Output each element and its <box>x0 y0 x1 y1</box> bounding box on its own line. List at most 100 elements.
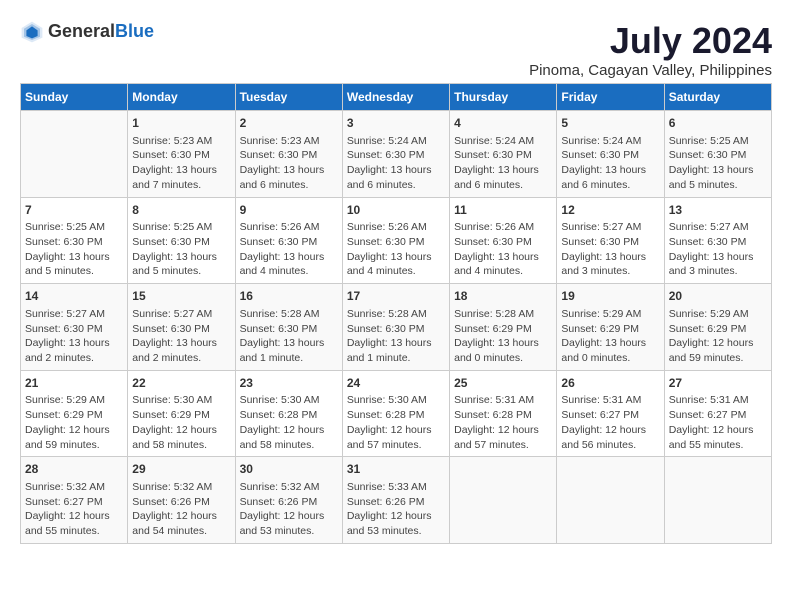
day-info: Daylight: 12 hours <box>669 336 767 351</box>
day-info: Sunset: 6:29 PM <box>25 408 123 423</box>
day-info: Daylight: 12 hours <box>240 509 338 524</box>
day-info: Sunset: 6:29 PM <box>669 322 767 337</box>
calendar-cell: 3Sunrise: 5:24 AMSunset: 6:30 PMDaylight… <box>342 111 449 198</box>
day-info: Sunrise: 5:26 AM <box>240 220 338 235</box>
day-info: and 53 minutes. <box>240 524 338 539</box>
calendar-cell <box>664 457 771 544</box>
day-number: 23 <box>240 375 338 392</box>
day-info: Sunset: 6:26 PM <box>347 495 445 510</box>
day-info: Daylight: 12 hours <box>25 509 123 524</box>
day-info: and 55 minutes. <box>25 524 123 539</box>
day-info: Sunrise: 5:27 AM <box>25 307 123 322</box>
page-header: GeneralBlue July 2024 Pinoma, Cagayan Va… <box>20 20 772 79</box>
day-info: and 0 minutes. <box>561 351 659 366</box>
day-info: Sunset: 6:30 PM <box>669 148 767 163</box>
calendar-cell: 26Sunrise: 5:31 AMSunset: 6:27 PMDayligh… <box>557 370 664 457</box>
day-info: Sunrise: 5:30 AM <box>240 393 338 408</box>
day-info: Sunrise: 5:25 AM <box>25 220 123 235</box>
day-info: Daylight: 13 hours <box>240 250 338 265</box>
day-info: Daylight: 13 hours <box>132 250 230 265</box>
day-info: and 59 minutes. <box>669 351 767 366</box>
day-info: Daylight: 13 hours <box>561 250 659 265</box>
day-info: Daylight: 13 hours <box>132 336 230 351</box>
day-info: Sunset: 6:27 PM <box>669 408 767 423</box>
day-number: 27 <box>669 375 767 392</box>
week-row-5: 28Sunrise: 5:32 AMSunset: 6:27 PMDayligh… <box>21 457 772 544</box>
day-info: Sunset: 6:30 PM <box>561 148 659 163</box>
day-info: Sunset: 6:30 PM <box>132 148 230 163</box>
day-info: Daylight: 12 hours <box>669 423 767 438</box>
day-info: Sunset: 6:30 PM <box>454 148 552 163</box>
day-info: Daylight: 12 hours <box>561 423 659 438</box>
day-info: Sunrise: 5:24 AM <box>561 134 659 149</box>
day-info: Sunset: 6:28 PM <box>454 408 552 423</box>
week-row-3: 14Sunrise: 5:27 AMSunset: 6:30 PMDayligh… <box>21 284 772 371</box>
week-row-1: 1Sunrise: 5:23 AMSunset: 6:30 PMDaylight… <box>21 111 772 198</box>
day-info: Daylight: 13 hours <box>561 163 659 178</box>
day-info: Daylight: 12 hours <box>347 509 445 524</box>
day-info: Sunset: 6:27 PM <box>25 495 123 510</box>
day-info: Sunrise: 5:25 AM <box>132 220 230 235</box>
header-day-friday: Friday <box>557 84 664 111</box>
day-number: 7 <box>25 202 123 219</box>
calendar-body: 1Sunrise: 5:23 AMSunset: 6:30 PMDaylight… <box>21 111 772 544</box>
calendar-cell: 14Sunrise: 5:27 AMSunset: 6:30 PMDayligh… <box>21 284 128 371</box>
calendar-cell: 27Sunrise: 5:31 AMSunset: 6:27 PMDayligh… <box>664 370 771 457</box>
calendar-cell: 29Sunrise: 5:32 AMSunset: 6:26 PMDayligh… <box>128 457 235 544</box>
day-number: 8 <box>132 202 230 219</box>
day-info: Sunrise: 5:26 AM <box>347 220 445 235</box>
subtitle: Pinoma, Cagayan Valley, Philippines <box>529 62 772 79</box>
day-info: and 0 minutes. <box>454 351 552 366</box>
day-info: Sunrise: 5:31 AM <box>669 393 767 408</box>
day-number: 26 <box>561 375 659 392</box>
day-info: and 1 minute. <box>240 351 338 366</box>
title-section: July 2024 Pinoma, Cagayan Valley, Philip… <box>529 20 772 79</box>
day-info: Daylight: 12 hours <box>454 423 552 438</box>
day-info: Sunrise: 5:29 AM <box>669 307 767 322</box>
day-info: and 58 minutes. <box>132 438 230 453</box>
day-number: 4 <box>454 115 552 132</box>
day-number: 1 <box>132 115 230 132</box>
day-info: and 1 minute. <box>347 351 445 366</box>
header-day-tuesday: Tuesday <box>235 84 342 111</box>
day-info: Sunset: 6:30 PM <box>240 322 338 337</box>
day-number: 15 <box>132 288 230 305</box>
day-number: 13 <box>669 202 767 219</box>
day-info: Daylight: 13 hours <box>240 336 338 351</box>
day-info: Sunrise: 5:30 AM <box>347 393 445 408</box>
day-number: 18 <box>454 288 552 305</box>
header-day-thursday: Thursday <box>450 84 557 111</box>
day-info: and 6 minutes. <box>347 178 445 193</box>
calendar-cell: 25Sunrise: 5:31 AMSunset: 6:28 PMDayligh… <box>450 370 557 457</box>
day-info: Sunrise: 5:30 AM <box>132 393 230 408</box>
header-day-sunday: Sunday <box>21 84 128 111</box>
day-info: Sunrise: 5:27 AM <box>561 220 659 235</box>
calendar-cell: 10Sunrise: 5:26 AMSunset: 6:30 PMDayligh… <box>342 197 449 284</box>
day-number: 30 <box>240 461 338 478</box>
day-info: Sunrise: 5:28 AM <box>240 307 338 322</box>
logo: GeneralBlue <box>20 20 154 44</box>
day-info: Daylight: 13 hours <box>561 336 659 351</box>
day-info: Sunrise: 5:29 AM <box>25 393 123 408</box>
day-info: Sunrise: 5:25 AM <box>669 134 767 149</box>
day-info: and 58 minutes. <box>240 438 338 453</box>
calendar-cell: 4Sunrise: 5:24 AMSunset: 6:30 PMDaylight… <box>450 111 557 198</box>
day-info: Daylight: 12 hours <box>132 423 230 438</box>
day-info: and 5 minutes. <box>25 264 123 279</box>
day-info: Sunrise: 5:33 AM <box>347 480 445 495</box>
day-number: 3 <box>347 115 445 132</box>
day-info: Sunrise: 5:32 AM <box>132 480 230 495</box>
day-info: and 56 minutes. <box>561 438 659 453</box>
day-info: and 6 minutes. <box>561 178 659 193</box>
day-number: 22 <box>132 375 230 392</box>
day-info: Sunset: 6:30 PM <box>669 235 767 250</box>
day-info: Daylight: 13 hours <box>25 250 123 265</box>
day-info: and 55 minutes. <box>669 438 767 453</box>
day-number: 12 <box>561 202 659 219</box>
day-info: Daylight: 12 hours <box>132 509 230 524</box>
header-day-wednesday: Wednesday <box>342 84 449 111</box>
day-info: Sunrise: 5:28 AM <box>347 307 445 322</box>
calendar-cell: 11Sunrise: 5:26 AMSunset: 6:30 PMDayligh… <box>450 197 557 284</box>
calendar-header: SundayMondayTuesdayWednesdayThursdayFrid… <box>21 84 772 111</box>
day-info: Sunset: 6:30 PM <box>240 148 338 163</box>
